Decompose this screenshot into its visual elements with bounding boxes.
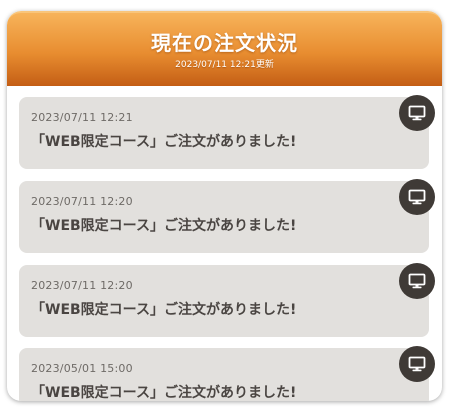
order-message: 「WEB限定コース」ご注文がありました! [31,134,297,150]
desktop-monitor-icon [399,95,435,131]
desktop-monitor-icon [399,346,435,382]
panel-title: 現在の注文状況 [151,31,298,55]
order-list[interactable]: 2023/07/11 12:21 「WEB限定コース」ご注文がありました! 20… [7,86,442,401]
last-updated-text: 2023/07/11 12:21更新 [175,60,274,70]
order-item[interactable]: 2023/05/01 15:00 「WEB限定コース」ご注文がありました! [19,346,435,401]
order-status-panel: 現在の注文状況 2023/07/11 12:21更新 2023/07/11 12… [7,11,442,401]
panel-header: 現在の注文状況 2023/07/11 12:21更新 [7,11,442,86]
desktop-monitor-icon [399,179,435,215]
order-message: 「WEB限定コース」ご注文がありました! [31,218,297,234]
order-time: 2023/05/01 15:00 [31,362,133,375]
order-time: 2023/07/11 12:20 [31,279,133,292]
order-item[interactable]: 2023/07/11 12:20 「WEB限定コース」ご注文がありました! [19,179,435,253]
order-message: 「WEB限定コース」ご注文がありました! [31,385,297,401]
order-item[interactable]: 2023/07/11 12:21 「WEB限定コース」ご注文がありました! [19,95,435,169]
desktop-monitor-icon [399,263,435,299]
order-item[interactable]: 2023/07/11 12:20 「WEB限定コース」ご注文がありました! [19,263,435,337]
order-time: 2023/07/11 12:21 [31,111,133,124]
order-time: 2023/07/11 12:20 [31,195,133,208]
order-message: 「WEB限定コース」ご注文がありました! [31,302,297,318]
